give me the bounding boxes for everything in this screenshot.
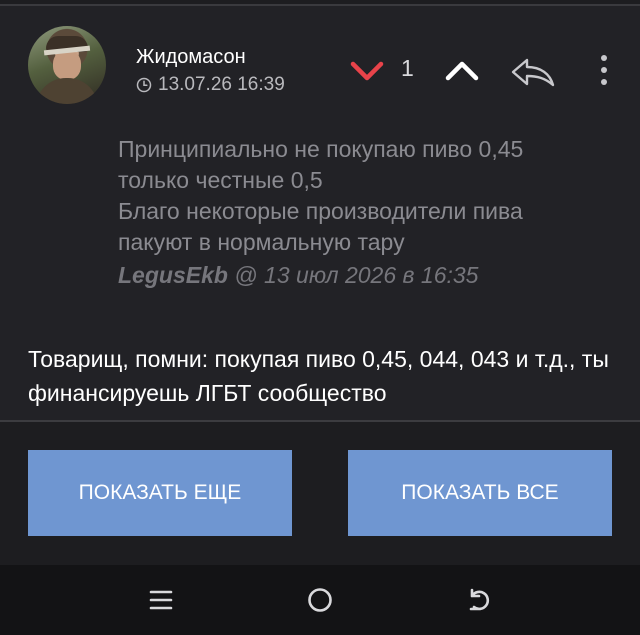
avatar-body: [36, 78, 98, 104]
show-all-button[interactable]: ПОКАЗАТЬ ВСЕ: [348, 450, 612, 536]
comment-time: 13.07.26 16:39: [136, 74, 285, 96]
quote-line: Принципиально не покупаю пиво 0,45: [118, 136, 524, 162]
menu-icon[interactable]: [148, 587, 174, 613]
avatar[interactable]: [28, 26, 106, 104]
back-icon[interactable]: [466, 586, 494, 614]
comment-timestamp: 13.07.26 16:39: [158, 74, 285, 95]
comment-score: 1: [401, 55, 414, 81]
avatar-face: [53, 50, 81, 80]
home-circle-icon[interactable]: [305, 585, 335, 615]
system-navbar: [0, 565, 640, 635]
quote-line: Благо некоторые производители пива: [118, 198, 523, 224]
quote-signature: LegusEkb @ 13 июл 2026 в 16:35: [118, 260, 618, 291]
reply-arrow-icon[interactable]: [510, 56, 556, 88]
quote-meta: @ 13 июл 2026 в 16:35: [227, 262, 479, 288]
quote-line: только честные 0,5: [118, 167, 323, 193]
quoted-comment: Принципиально не покупаю пиво 0,45 тольк…: [118, 134, 618, 291]
comment-text: Товарищ, помни: покупая пиво 0,45, 044, …: [28, 346, 609, 406]
chevron-down-icon[interactable]: [349, 58, 385, 84]
quote-line: пакуют в нормальную тару: [118, 229, 405, 255]
clock-icon: [136, 77, 152, 93]
quote-author[interactable]: LegusEkb: [118, 262, 228, 288]
divider: [0, 420, 640, 422]
more-vertical-icon[interactable]: [594, 52, 614, 88]
comment-card: Жидомасон 13.07.26 16:39 1 Принципиально…: [0, 6, 640, 420]
comment-author[interactable]: Жидомасон: [136, 46, 246, 69]
chevron-up-icon[interactable]: [444, 58, 480, 84]
show-more-button[interactable]: ПОКАЗАТЬ ЕЩЕ: [28, 450, 292, 536]
